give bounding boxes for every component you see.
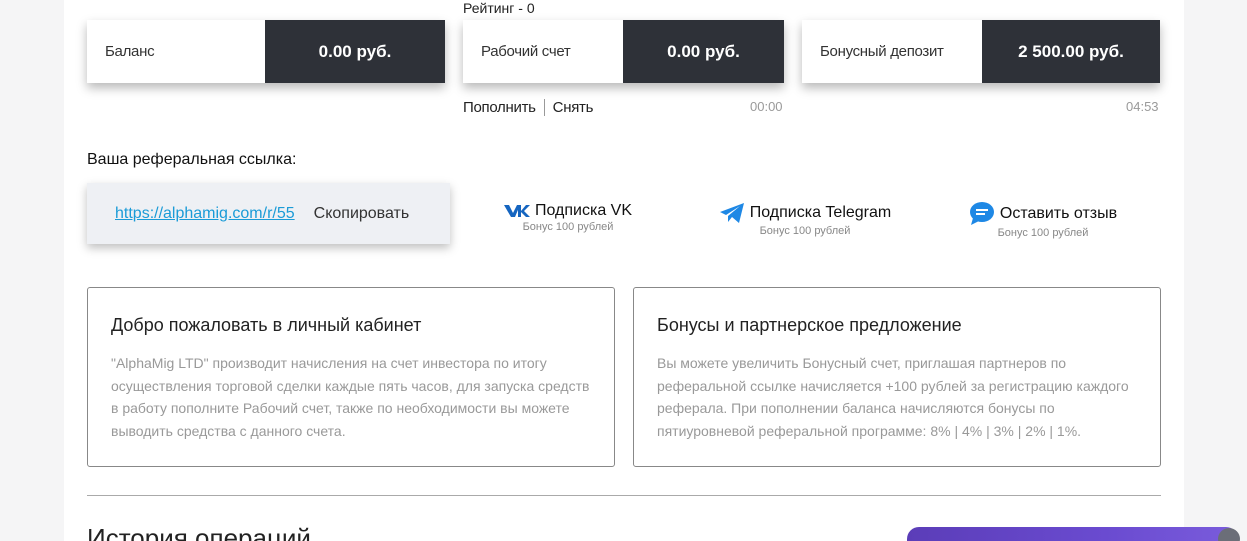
deposit-link[interactable]: Пополнить xyxy=(463,99,536,116)
vk-subscribe-label: Подписка VK xyxy=(534,202,633,219)
welcome-panel: Добро пожаловать в личный кабинет "Alpha… xyxy=(87,287,615,467)
vk-subscribe-link[interactable]: Подписка VK Бонус 100 рублей xyxy=(493,202,643,233)
telegram-subscribe-link[interactable]: Подписка Telegram Бонус 100 рублей xyxy=(712,202,898,237)
bonus-timer: 04:53 xyxy=(1126,99,1159,114)
referral-box: https://alphamig.com/r/55 Скопировать xyxy=(87,183,450,244)
actions-separator xyxy=(543,99,545,116)
working-account-value: 0.00 руб. xyxy=(623,20,784,83)
referral-title: Ваша реферальная ссылка: xyxy=(87,151,297,168)
vk-icon xyxy=(503,205,530,217)
section-divider xyxy=(87,495,1161,496)
balance-card: Баланс 0.00 руб. xyxy=(87,20,445,83)
chat-bubble-icon xyxy=(969,202,994,225)
bonus-deposit-value: 2 500.00 руб. xyxy=(982,20,1160,83)
balance-value: 0.00 руб. xyxy=(265,20,445,83)
working-account-card: Рабочий счет 0.00 руб. xyxy=(463,20,784,83)
welcome-title: Добро пожаловать в личный кабинет xyxy=(111,315,422,335)
withdraw-link[interactable]: Снять xyxy=(553,99,594,116)
referral-link[interactable]: https://alphamig.com/r/55 xyxy=(115,205,295,223)
chat-toggle-button[interactable] xyxy=(1218,528,1240,541)
rating-text: Рейтинг - 0 xyxy=(463,0,535,16)
vk-bonus-note: Бонус 100 рублей xyxy=(522,221,614,233)
telegram-bonus-note: Бонус 100 рублей xyxy=(759,225,851,237)
copy-button[interactable]: Скопировать xyxy=(314,205,410,223)
balance-label: Баланс xyxy=(87,20,265,83)
working-timer: 00:00 xyxy=(750,99,783,114)
account-actions: Пополнить Снять xyxy=(463,99,593,116)
bonus-deposit-card: Бонусный депозит 2 500.00 руб. xyxy=(802,20,1160,83)
bonus-info-panel: Бонусы и партнерское предложение Вы може… xyxy=(633,287,1161,467)
bonus-deposit-label: Бонусный депозит xyxy=(802,20,982,83)
leave-review-link[interactable]: Оставить отзыв Бонус 100 рублей xyxy=(962,202,1124,239)
bonus-info-title: Бонусы и партнерское предложение xyxy=(657,315,962,335)
working-account-label: Рабочий счет xyxy=(463,20,623,83)
leave-review-label: Оставить отзыв xyxy=(999,205,1118,222)
welcome-text: "AlphaMig LTD" производит начисления на … xyxy=(111,355,590,439)
chat-widget[interactable] xyxy=(907,527,1238,541)
bonus-info-text: Вы можете увеличить Бонусный счет, пригл… xyxy=(657,355,1129,439)
telegram-icon xyxy=(719,203,744,223)
telegram-subscribe-label: Подписка Telegram xyxy=(749,204,892,221)
history-title: История операций xyxy=(87,523,311,541)
review-bonus-note: Бонус 100 рублей xyxy=(997,227,1089,239)
